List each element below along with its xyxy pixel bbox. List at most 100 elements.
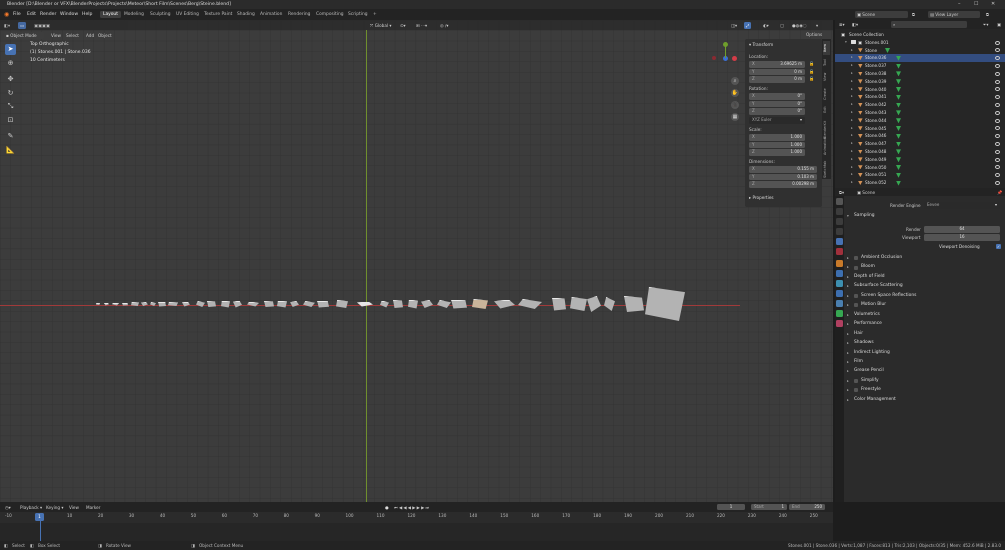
outliner-row-scene-collection[interactable]: ▣ Scene Collection bbox=[835, 31, 1005, 39]
eye-icon[interactable] bbox=[995, 56, 1000, 61]
section-indirect-lighting[interactable]: ▸ Indirect Lighting bbox=[845, 349, 1001, 358]
stone-object[interactable] bbox=[624, 296, 644, 312]
lock-icon[interactable]: 🔓 bbox=[809, 76, 814, 82]
outliner-display-mode-icon[interactable]: ◧▾ bbox=[850, 21, 860, 28]
outliner-row-stone[interactable]: ▸ Stone bbox=[835, 47, 1005, 55]
select-mode-icon[interactable]: ▭ bbox=[18, 21, 26, 29]
camera-view-icon[interactable]: 🎥 bbox=[731, 101, 739, 109]
eye-icon[interactable] bbox=[995, 79, 1000, 84]
stone-object[interactable] bbox=[317, 300, 329, 308]
outliner-row-stone-050[interactable]: ▸ Stone.050 bbox=[835, 164, 1005, 172]
3d-viewport[interactable] bbox=[0, 20, 833, 502]
scale-y-field[interactable]: Y 1.000 bbox=[749, 141, 805, 148]
scene-selector[interactable]: ▣ Scene bbox=[855, 11, 908, 18]
rotate-tool-icon[interactable]: ↻ bbox=[5, 88, 16, 99]
lock-icon[interactable]: 🔓 bbox=[809, 61, 814, 67]
options-button[interactable]: Options bbox=[804, 31, 824, 38]
tab-layout[interactable]: Layout bbox=[100, 11, 121, 18]
scale-x-field[interactable]: X 1.000 bbox=[749, 134, 805, 141]
outliner-row-stone-048[interactable]: ▸ Stone.048 bbox=[835, 148, 1005, 156]
section-hair[interactable]: ▸ Hair bbox=[845, 330, 1001, 339]
timeline-menu-playback[interactable]: Playback ▾ bbox=[18, 504, 44, 511]
side-tab-sketchfab[interactable]: Sketchfab bbox=[823, 159, 830, 179]
stone-object[interactable] bbox=[264, 301, 274, 307]
cursor-tool-icon[interactable]: ⊕ bbox=[5, 58, 16, 69]
proportional-edit-icon[interactable]: ◎ ∕▾ bbox=[438, 22, 451, 29]
gizmo-neg-x-icon[interactable] bbox=[712, 56, 716, 60]
section-ambient-occlusion[interactable]: ▸ Ambient Occlusion bbox=[845, 254, 1001, 263]
frame-ruler[interactable]: -10 10 20 30 40 50 60 70 80 90 100 110 120 130 140 150 1… bbox=[0, 512, 833, 523]
tab-shading[interactable]: Shading bbox=[234, 11, 258, 18]
tab-uv-editing[interactable]: UV Editing bbox=[173, 11, 202, 18]
eye-icon[interactable] bbox=[995, 173, 1000, 178]
viewport-menu-add[interactable]: Add bbox=[84, 32, 96, 39]
particles-tab-icon[interactable] bbox=[836, 280, 843, 287]
section-simplify[interactable]: ▸ Simplify bbox=[845, 377, 1001, 386]
current-frame-field[interactable]: 1 bbox=[717, 503, 745, 510]
outliner-row-stone-042[interactable]: ▸ Stone.042 bbox=[835, 101, 1005, 109]
shading-options-icon[interactable]: ▾ bbox=[814, 22, 820, 29]
section-film[interactable]: ▸ Film bbox=[845, 358, 1001, 367]
side-tab-item[interactable]: Item bbox=[823, 41, 830, 55]
constraints-tab-icon[interactable] bbox=[836, 300, 843, 307]
tab-rendering[interactable]: Rendering bbox=[285, 11, 313, 18]
tab-scripting[interactable]: Scripting bbox=[345, 11, 371, 18]
end-frame-field[interactable]: End 250 bbox=[789, 503, 825, 510]
outliner-row-stone-045[interactable]: ▸ Stone.045 bbox=[835, 125, 1005, 133]
output-tab-icon[interactable] bbox=[836, 218, 843, 225]
filter-icon[interactable]: ⏷▾ bbox=[981, 21, 990, 28]
record-icon[interactable]: ● bbox=[383, 504, 391, 511]
material-tab-icon[interactable] bbox=[836, 320, 843, 327]
dimensions-y-field[interactable]: Y 0.103 m bbox=[749, 173, 817, 180]
playback-controls-icons[interactable]: ⏮◀◀◀▶▶▶⏭ bbox=[392, 504, 432, 511]
transform-header[interactable]: ▾ Transform bbox=[749, 42, 773, 47]
scale-tool-icon[interactable]: ⤡ bbox=[5, 101, 16, 112]
eye-icon[interactable] bbox=[995, 134, 1000, 139]
transform-orientation[interactable]: ⤧ Global ▾ bbox=[368, 22, 393, 29]
data-tab-icon[interactable] bbox=[836, 310, 843, 317]
render-tab-icon[interactable] bbox=[836, 208, 843, 215]
annotate-tool-icon[interactable]: ✎ bbox=[5, 131, 16, 142]
lock-icon[interactable]: 🔓 bbox=[809, 69, 814, 75]
outliner-row-stone-043[interactable]: ▸ Stone.043 bbox=[835, 109, 1005, 117]
rotation-mode-dropdown[interactable]: XYZ Euler ▾ bbox=[749, 117, 805, 124]
outliner-row-collection[interactable]: ▾ ▣ Stones.001 bbox=[835, 39, 1005, 47]
rotation-z-field[interactable]: Z 0° bbox=[749, 108, 805, 115]
tab-texture-paint[interactable]: Texture Paint bbox=[201, 11, 235, 18]
snap-icon[interactable]: ⊞ ⋯▾ bbox=[414, 22, 429, 29]
outliner-row-stone-040[interactable]: ▸ Stone.040 bbox=[835, 86, 1005, 94]
scene-tab-icon[interactable] bbox=[836, 238, 843, 245]
render-samples-field[interactable]: 64 bbox=[924, 226, 1000, 233]
location-z-field[interactable]: Z 0 m bbox=[749, 76, 805, 83]
location-y-field[interactable]: Y 0 m bbox=[749, 68, 805, 75]
viewport-menu-object[interactable]: Object bbox=[96, 32, 114, 39]
viewport-menu-view[interactable]: View bbox=[49, 32, 63, 39]
outliner-row-stone-047[interactable]: ▸ Stone.047 bbox=[835, 140, 1005, 148]
blender-logo-icon[interactable]: ◉ bbox=[4, 9, 9, 20]
eye-icon[interactable] bbox=[995, 118, 1000, 123]
section-screen-space-reflections[interactable]: ▸ Screen Space Reflections bbox=[845, 292, 1001, 301]
section-color-management[interactable]: ▸ Color Management bbox=[845, 396, 1001, 405]
world-tab-icon[interactable] bbox=[836, 248, 843, 255]
outliner-row-stone-036[interactable]: ▸ Stone.036 bbox=[835, 54, 1005, 63]
section-freestyle[interactable]: ▸ Freestyle bbox=[845, 386, 1001, 395]
section-bloom[interactable]: ▸ Bloom bbox=[845, 263, 1001, 272]
shading-mode-icons[interactable]: ●◍◉◌ bbox=[790, 22, 809, 29]
eye-icon[interactable] bbox=[995, 95, 1000, 100]
outliner-row-stone-051[interactable]: ▸ Stone.051 bbox=[835, 171, 1005, 179]
outliner-row-stone-041[interactable]: ▸ Stone.041 bbox=[835, 93, 1005, 101]
viewport-denoising-checkbox[interactable]: ✓ bbox=[996, 244, 1001, 249]
stone-object[interactable] bbox=[207, 301, 216, 307]
timeline-editor-type-icon[interactable]: ◷▾ bbox=[3, 504, 13, 511]
outliner-search-input[interactable]: ⌕ bbox=[891, 21, 967, 28]
stone-object[interactable] bbox=[158, 301, 166, 307]
section-motion-blur[interactable]: ▸ Motion Blur bbox=[845, 301, 1001, 310]
location-x-field[interactable]: X 3.69625 m bbox=[749, 61, 805, 68]
pan-hand-icon[interactable]: ✋ bbox=[731, 89, 739, 97]
menu-help[interactable]: Help bbox=[82, 9, 92, 20]
eye-icon[interactable] bbox=[995, 157, 1000, 162]
viewport-menu-select[interactable]: Select bbox=[64, 32, 81, 39]
scale-z-field[interactable]: Z 1.000 bbox=[749, 149, 805, 156]
viewport-samples-field[interactable]: 16 bbox=[924, 234, 1000, 241]
eye-icon[interactable] bbox=[995, 110, 1000, 115]
